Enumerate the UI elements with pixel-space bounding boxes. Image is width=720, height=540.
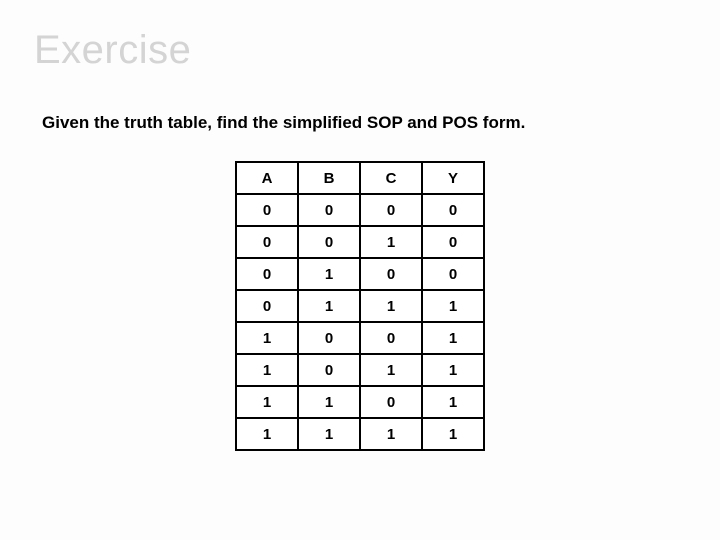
table-cell: 1 <box>236 386 298 418</box>
table-row: 0010 <box>236 226 484 258</box>
table-cell: 1 <box>236 418 298 450</box>
table-cell: 0 <box>298 226 360 258</box>
table-row: 1011 <box>236 354 484 386</box>
table-cell: 0 <box>360 194 422 226</box>
table-row: 0000 <box>236 194 484 226</box>
table-cell: 1 <box>422 322 484 354</box>
table-cell: 1 <box>422 290 484 322</box>
table-cell: 0 <box>298 322 360 354</box>
table-row: 0111 <box>236 290 484 322</box>
table-cell: 1 <box>422 386 484 418</box>
table-cell: 1 <box>360 226 422 258</box>
table-cell: 0 <box>236 258 298 290</box>
table-cell: 0 <box>236 290 298 322</box>
table-row: 1001 <box>236 322 484 354</box>
table-cell: 0 <box>360 258 422 290</box>
table-cell: 0 <box>360 322 422 354</box>
table-cell: 0 <box>422 226 484 258</box>
table-row: 0100 <box>236 258 484 290</box>
truth-table: A B C Y 00000010010001111001101111011111 <box>235 161 485 451</box>
table-cell: 1 <box>360 418 422 450</box>
col-header: A <box>236 162 298 194</box>
table-row: 1111 <box>236 418 484 450</box>
col-header: Y <box>422 162 484 194</box>
table-cell: 1 <box>236 354 298 386</box>
slide: Exercise Given the truth table, find the… <box>0 0 720 540</box>
table-cell: 0 <box>236 194 298 226</box>
table-cell: 1 <box>298 290 360 322</box>
page-title: Exercise <box>34 28 686 73</box>
table-cell: 1 <box>298 258 360 290</box>
table-cell: 0 <box>236 226 298 258</box>
table-cell: 1 <box>360 290 422 322</box>
table-cell: 0 <box>298 194 360 226</box>
table-cell: 1 <box>422 354 484 386</box>
table-row: 1101 <box>236 386 484 418</box>
table-cell: 1 <box>360 354 422 386</box>
table-body: 00000010010001111001101111011111 <box>236 194 484 450</box>
table-cell: 0 <box>422 194 484 226</box>
col-header: B <box>298 162 360 194</box>
table-cell: 1 <box>298 386 360 418</box>
col-header: C <box>360 162 422 194</box>
table-cell: 1 <box>422 418 484 450</box>
table-cell: 0 <box>360 386 422 418</box>
table-cell: 1 <box>298 418 360 450</box>
exercise-prompt: Given the truth table, find the simplifi… <box>42 113 686 133</box>
table-cell: 1 <box>236 322 298 354</box>
table-cell: 0 <box>422 258 484 290</box>
table-cell: 0 <box>298 354 360 386</box>
table-header-row: A B C Y <box>236 162 484 194</box>
